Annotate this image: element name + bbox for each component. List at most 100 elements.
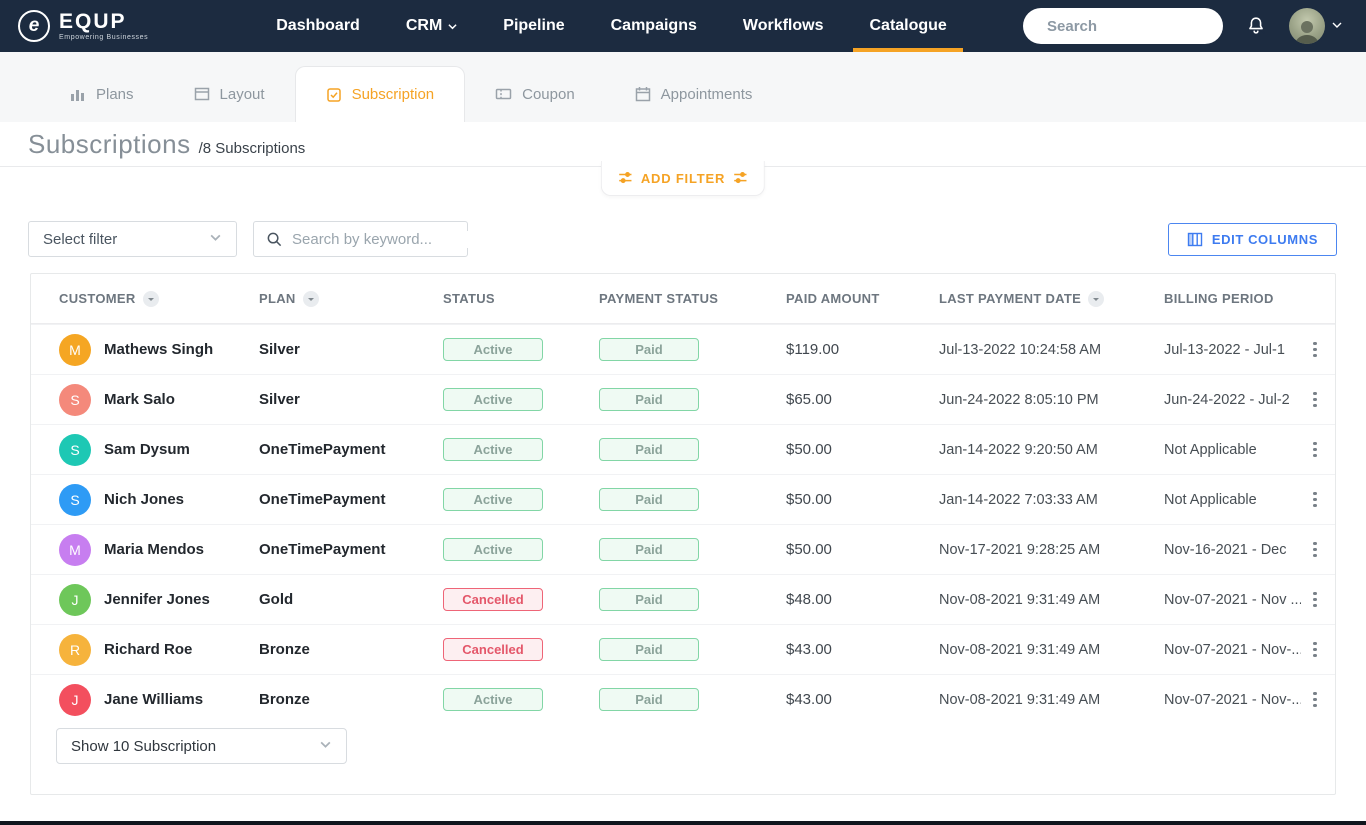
last-payment-date: Nov-08-2021 9:31:49 AM: [939, 691, 1101, 708]
row-actions-kebab-icon[interactable]: [1309, 638, 1321, 662]
edit-columns-button[interactable]: EDIT COLUMNS: [1167, 222, 1337, 256]
customer-name: Jane Williams: [104, 691, 204, 708]
tab-label: Plans: [96, 85, 134, 103]
row-actions-kebab-icon[interactable]: [1309, 388, 1321, 412]
nav-item-workflows[interactable]: Workflows: [727, 0, 840, 52]
keyword-search-input[interactable]: [292, 230, 491, 248]
avatar: J: [59, 683, 91, 716]
last-payment-date: Nov-08-2021 9:31:49 AM: [939, 641, 1101, 658]
tab-appointments[interactable]: Appointments: [605, 66, 783, 122]
avatar: M: [59, 533, 91, 566]
nav-label: Catalogue: [869, 17, 947, 34]
payment-status-badge: Paid: [599, 488, 699, 511]
plan-name: OneTimePayment: [259, 441, 386, 458]
last-payment-date: Jul-13-2022 10:24:58 AM: [939, 341, 1102, 358]
row-actions-kebab-icon[interactable]: [1309, 438, 1321, 462]
chevron-down-icon: [448, 22, 457, 31]
bar-chart-icon: [70, 86, 86, 102]
payment-status-badge: Paid: [599, 538, 699, 561]
page-size-select[interactable]: Show 10 Subscription: [56, 728, 347, 764]
notifications-bell-icon[interactable]: [1245, 15, 1267, 37]
sliders-icon: [733, 171, 748, 185]
row-actions-kebab-icon[interactable]: [1309, 688, 1321, 712]
paid-amount: $65.00: [786, 391, 832, 408]
nav-item-dashboard[interactable]: Dashboard: [260, 0, 376, 52]
tab-subscription[interactable]: Subscription: [294, 66, 466, 122]
status-badge: Active: [443, 688, 543, 711]
paid-amount: $50.00: [786, 491, 832, 508]
paid-amount: $43.00: [786, 691, 832, 708]
column-header-status: STATUS: [443, 291, 495, 306]
avatar: S: [59, 383, 91, 416]
search-icon: [266, 231, 283, 248]
checkbox-check-icon: [326, 87, 342, 103]
row-actions-kebab-icon[interactable]: [1309, 488, 1321, 512]
billing-period: Not Applicable: [1164, 441, 1257, 458]
plan-name: OneTimePayment: [259, 491, 386, 508]
table-row: S Mark Salo Silver Active Paid $65.00 Jun…: [31, 374, 1335, 424]
chevron-down-icon: [319, 738, 332, 755]
status-badge: Active: [443, 338, 543, 361]
page-title: Subscriptions: [28, 128, 191, 159]
table-row: S Nich Jones OneTimePayment Active Paid $…: [31, 474, 1335, 524]
customer-name: Sam Dysum: [104, 441, 190, 458]
global-search-input[interactable]: [1047, 17, 1248, 35]
nav-label: Dashboard: [276, 17, 360, 34]
row-actions-kebab-icon[interactable]: [1309, 588, 1321, 612]
nav-label: Workflows: [742, 17, 824, 34]
coupon-ticket-icon: [495, 86, 512, 102]
billing-period: Nov-07-2021 - Nov ...: [1164, 591, 1301, 608]
nav-label: Pipeline: [503, 17, 565, 34]
nav-item-crm[interactable]: CRM: [390, 0, 473, 52]
billing-period: Nov-16-2021 - Dec: [1164, 541, 1287, 558]
sort-icon[interactable]: [1088, 290, 1105, 307]
plan-name: Bronze: [259, 691, 310, 708]
status-badge: Active: [443, 538, 543, 561]
tab-layout[interactable]: Layout: [164, 66, 295, 122]
tab-label: Coupon: [522, 85, 575, 103]
payment-status-badge: Paid: [599, 338, 699, 361]
last-payment-date: Jan-14-2022 9:20:50 AM: [939, 441, 1098, 458]
sliders-icon: [618, 171, 633, 185]
user-menu[interactable]: [1289, 8, 1342, 44]
brand-logo[interactable]: e EQUP Empowering Businesses: [18, 10, 148, 42]
paid-amount: $50.00: [786, 541, 832, 558]
avatar: S: [59, 433, 91, 466]
row-actions-kebab-icon[interactable]: [1309, 338, 1321, 362]
customer-name: Jennifer Jones: [104, 591, 210, 608]
column-header-last-payment-date: LAST PAYMENT DATE: [939, 291, 1082, 306]
customer-name: Nich Jones: [104, 491, 185, 508]
tab-plans[interactable]: Plans: [40, 66, 164, 122]
last-payment-date: Jan-14-2022 7:03:33 AM: [939, 491, 1098, 508]
table-footer: Show 10 Subscription: [31, 724, 1335, 794]
column-header-plan: PLAN: [259, 291, 296, 306]
payment-status-badge: Paid: [599, 638, 699, 661]
nav-label: CRM: [405, 17, 443, 34]
billing-period: Jun-24-2022 - Jul-2: [1164, 391, 1290, 408]
last-payment-date: Nov-17-2021 9:28:25 AM: [939, 541, 1101, 558]
table-row: S Sam Dysum OneTimePayment Active Paid $5…: [31, 424, 1335, 474]
plan-name: Gold: [259, 591, 294, 608]
table-row: J Jane Williams Bronze Active Paid $43.00…: [31, 674, 1335, 724]
paid-amount: $119.00: [786, 341, 840, 358]
plan-name: Silver: [259, 391, 300, 408]
columns-icon: [1187, 232, 1203, 247]
global-search: [1023, 8, 1266, 44]
billing-period: Nov-07-2021 - Nov-...: [1164, 641, 1301, 658]
column-header-customer: CUSTOMER: [59, 291, 136, 306]
add-filter-button[interactable]: ADD FILTER: [600, 161, 766, 196]
tab-coupon[interactable]: Coupon: [465, 66, 605, 122]
filter-select[interactable]: Select filter: [28, 221, 237, 257]
layout-icon: [194, 86, 210, 102]
nav-item-catalogue[interactable]: Catalogue: [853, 0, 963, 52]
tab-label: Subscription: [351, 86, 435, 103]
nav-item-campaigns[interactable]: Campaigns: [595, 0, 713, 52]
filter-toolbar: Select filter EDIT COLUMNS: [28, 221, 1337, 257]
sort-icon[interactable]: [142, 290, 159, 307]
sort-icon[interactable]: [302, 290, 319, 307]
status-badge: Cancelled: [443, 638, 543, 661]
page-size-value: Show 10 Subscription: [71, 737, 217, 755]
plan-name: Silver: [259, 341, 300, 358]
row-actions-kebab-icon[interactable]: [1309, 538, 1321, 562]
nav-item-pipeline[interactable]: Pipeline: [487, 0, 580, 52]
